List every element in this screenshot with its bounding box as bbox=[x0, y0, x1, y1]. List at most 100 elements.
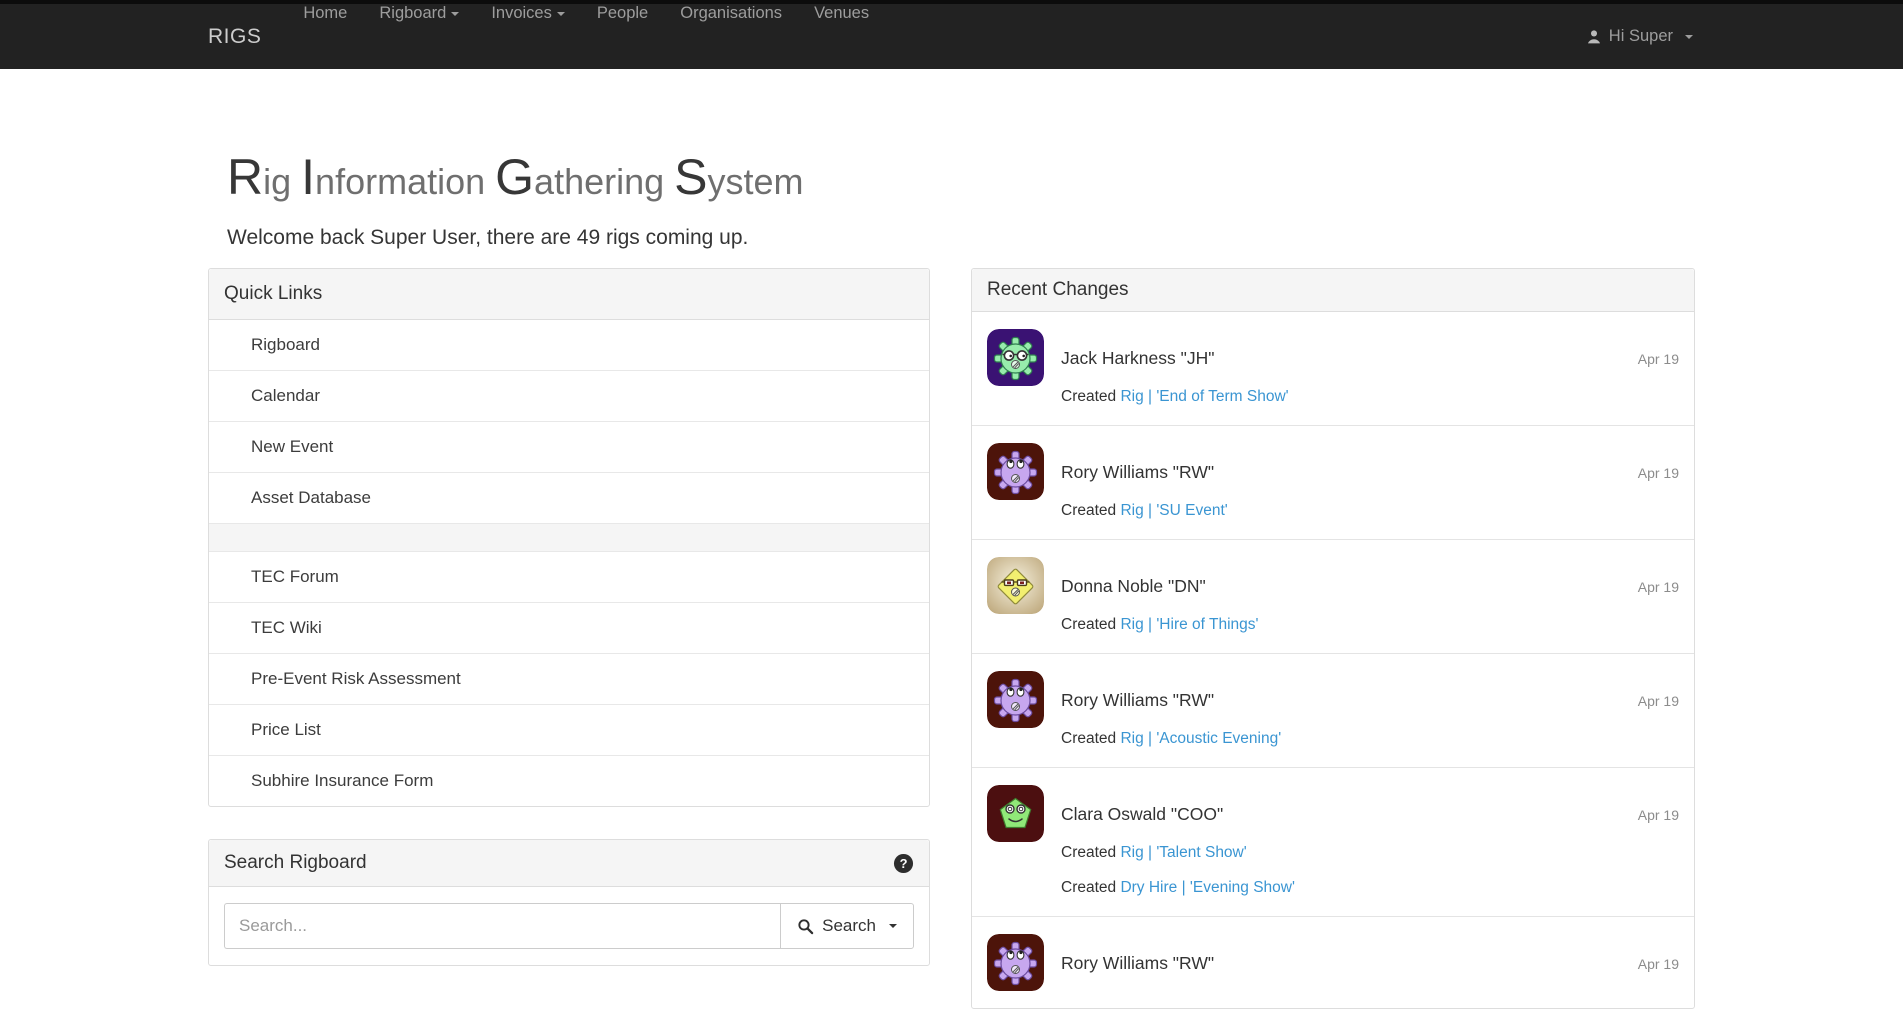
action-link[interactable]: Dry Hire | 'Evening Show' bbox=[1120, 879, 1294, 896]
nav-item-people[interactable]: People bbox=[581, 4, 664, 23]
entry-name: Rory Williams "RW" bbox=[1061, 952, 1214, 975]
search-icon bbox=[797, 918, 814, 935]
quick-links-list: Rigboard Calendar New Event Asset Database T… bbox=[209, 320, 929, 806]
welcome-message: Welcome back Super User, there are 49 ri… bbox=[227, 226, 1695, 250]
brand-logo[interactable]: RIGS bbox=[208, 4, 275, 69]
navbar: RIGS HomeRigboardInvoicesPeopleOrganisat… bbox=[0, 4, 1903, 69]
entry-action: Created Dry Hire | 'Evening Show' bbox=[1061, 877, 1679, 899]
action-prefix: Created bbox=[1061, 502, 1120, 519]
entry-name: Clara Oswald "COO" bbox=[1061, 803, 1223, 826]
title-word: Gathering bbox=[495, 161, 674, 202]
title-word: Information bbox=[301, 161, 495, 202]
entry-name: Rory Williams "RW" bbox=[1061, 689, 1214, 712]
quick-link-tec-forum[interactable]: TEC Forum bbox=[209, 551, 929, 602]
quick-link-asset-database[interactable]: Asset Database bbox=[209, 472, 929, 523]
quick-link-label: Price List bbox=[251, 720, 321, 740]
calendar-icon bbox=[224, 387, 242, 405]
quick-link-new-event[interactable]: New Event bbox=[209, 421, 929, 472]
caret-down-icon bbox=[557, 12, 565, 16]
main-nav: HomeRigboardInvoicesPeopleOrganisationsV… bbox=[287, 4, 885, 69]
quick-links-header: Quick Links bbox=[209, 269, 929, 320]
link-icon bbox=[224, 772, 242, 790]
quick-links-separator bbox=[209, 523, 929, 551]
avatar bbox=[987, 934, 1044, 991]
list-icon bbox=[224, 336, 242, 354]
quick-link-label: New Event bbox=[251, 437, 333, 457]
entry-name: Donna Noble "DN" bbox=[1061, 575, 1206, 598]
entry-date: Apr 19 bbox=[1638, 577, 1679, 597]
quick-link-label: Pre-Event Risk Assessment bbox=[251, 669, 461, 689]
avatar bbox=[987, 443, 1044, 500]
recent-change-item: Donna Noble "DN" Apr 19 Created Rig | 'Hir… bbox=[972, 539, 1694, 653]
caret-down-icon bbox=[889, 924, 897, 928]
recent-change-item: Clara Oswald "COO" Apr 19 Created Rig | 'T… bbox=[972, 767, 1694, 916]
quick-links-panel: Quick Links Rigboard Calendar New Event Ass… bbox=[208, 268, 930, 807]
quick-link-tec-wiki[interactable]: TEC Wiki bbox=[209, 602, 929, 653]
entry-date: Apr 19 bbox=[1638, 349, 1679, 369]
search-button[interactable]: Search bbox=[780, 903, 914, 949]
search-rigboard-title: Search Rigboard bbox=[224, 852, 367, 874]
nav-item-venues[interactable]: Venues bbox=[798, 4, 885, 23]
link-icon bbox=[224, 670, 242, 688]
recent-changes-header: Recent Changes bbox=[972, 269, 1694, 312]
title-word: System bbox=[674, 161, 803, 202]
quick-link-label: Asset Database bbox=[251, 488, 371, 508]
recent-changes-panel: Recent Changes Jack Harkness "JH"Apr 19C… bbox=[971, 268, 1695, 1009]
question-icon[interactable]: ? bbox=[893, 853, 914, 874]
caret-down-icon bbox=[451, 12, 459, 16]
recent-change-item: Rory Williams "RW" Apr 19 bbox=[972, 916, 1694, 1008]
svg-text:?: ? bbox=[900, 855, 908, 870]
quick-link-label: TEC Forum bbox=[251, 567, 339, 587]
nav-item-organisations[interactable]: Organisations bbox=[664, 4, 798, 23]
quick-links-title: Quick Links bbox=[224, 283, 322, 305]
action-link[interactable]: Rig | 'Hire of Things' bbox=[1120, 616, 1258, 633]
action-prefix: Created bbox=[1061, 388, 1120, 405]
entry-date: Apr 19 bbox=[1638, 691, 1679, 711]
user-menu[interactable]: Hi Super bbox=[1584, 4, 1695, 69]
avatar bbox=[987, 329, 1044, 386]
user-menu-label: Hi Super bbox=[1609, 27, 1673, 46]
link-icon bbox=[224, 568, 242, 586]
action-prefix: Created bbox=[1061, 879, 1120, 896]
avatar bbox=[987, 557, 1044, 614]
entry-action: Created Rig | 'Hire of Things' bbox=[1061, 614, 1679, 636]
search-rigboard-header: Search Rigboard ? bbox=[209, 840, 929, 887]
caret-down-icon bbox=[1685, 35, 1693, 39]
action-link[interactable]: Rig | 'SU Event' bbox=[1120, 502, 1227, 519]
entry-name: Jack Harkness "JH" bbox=[1061, 347, 1214, 370]
quick-link-price-list[interactable]: Price List bbox=[209, 704, 929, 755]
action-prefix: Created bbox=[1061, 730, 1120, 747]
nav-item-rigboard[interactable]: Rigboard bbox=[363, 4, 475, 23]
entry-date: Apr 19 bbox=[1638, 954, 1679, 974]
link-icon bbox=[224, 721, 242, 739]
quick-link-calendar[interactable]: Calendar bbox=[209, 370, 929, 421]
nav-item-invoices[interactable]: Invoices bbox=[475, 4, 581, 23]
quick-link-label: Calendar bbox=[251, 386, 320, 406]
quick-link-label: Subhire Insurance Form bbox=[251, 771, 433, 791]
search-input[interactable] bbox=[224, 903, 780, 949]
quick-link-subhire-insurance-form[interactable]: Subhire Insurance Form bbox=[209, 755, 929, 806]
entry-date: Apr 19 bbox=[1638, 805, 1679, 825]
recent-change-item: Rory Williams "RW" Apr 19 Created Rig | 'A… bbox=[972, 653, 1694, 767]
entry-name: Rory Williams "RW" bbox=[1061, 461, 1214, 484]
quick-link-label: TEC Wiki bbox=[251, 618, 322, 638]
recent-change-item: Rory Williams "RW"Apr 19Created Rig | 'S… bbox=[972, 425, 1694, 539]
recent-change-item: Jack Harkness "JH" Apr 19 Created Rig | 'E… bbox=[972, 312, 1694, 425]
search-rigboard-panel: Search Rigboard ? Se bbox=[208, 839, 930, 966]
nav-item-home[interactable]: Home bbox=[287, 4, 363, 23]
recent-changes-title: Recent Changes bbox=[987, 279, 1129, 301]
recent-changes-list: Jack Harkness "JH" Apr 19 Created Rig | 'E… bbox=[972, 312, 1694, 1008]
quick-link-rigboard[interactable]: Rigboard bbox=[209, 320, 929, 370]
quick-link-pre-event-risk-assessment[interactable]: Pre-Event Risk Assessment bbox=[209, 653, 929, 704]
title-word: Rig bbox=[227, 161, 301, 202]
entry-action: Created Rig | 'Talent Show' bbox=[1061, 842, 1679, 864]
action-link[interactable]: Rig | 'Talent Show' bbox=[1120, 844, 1246, 861]
action-link[interactable]: Rig | 'Acoustic Evening' bbox=[1120, 730, 1281, 747]
action-prefix: Created bbox=[1061, 844, 1120, 861]
action-link[interactable]: Rig | 'End of Term Show' bbox=[1120, 388, 1288, 405]
search-button-label: Search bbox=[822, 916, 876, 936]
quick-link-label: Rigboard bbox=[251, 335, 320, 355]
entry-action: Created Rig | 'SU Event' bbox=[1061, 500, 1679, 522]
plus-icon bbox=[224, 438, 242, 456]
avatar bbox=[987, 785, 1044, 842]
